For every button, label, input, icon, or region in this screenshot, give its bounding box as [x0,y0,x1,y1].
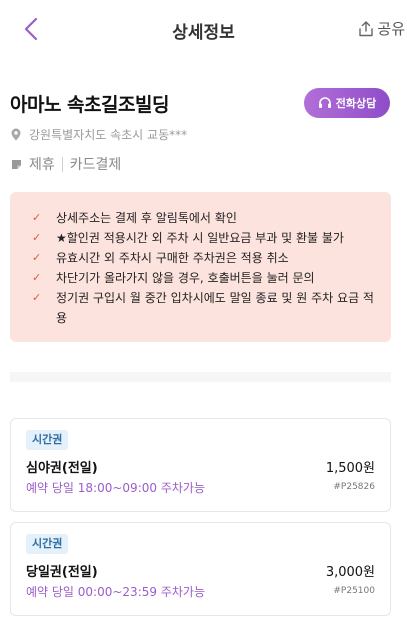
notice-text: 정기권 구입시 월 중간 입차시에도 말일 종료 및 원 주차 요금 적용 [56,291,374,325]
ticket-card[interactable]: 시간권 심야권(전일) 1,500원 예약 당일 18:00~09:00 주차가… [10,418,391,512]
notice-item: ✓ 정기권 구입시 월 중간 입차시에도 말일 종료 및 원 주차 요금 적용 [32,288,377,328]
check-icon: ✓ [32,231,42,244]
share-label: 공유 [377,20,405,38]
share-icon [359,20,374,36]
ticket-available-time: 예약 당일 18:00~09:00 주차가능 [26,481,205,495]
notice-item: ✓ 차단기가 올라가지 않을 경우, 호출버튼을 눌러 문의 [32,268,377,288]
ticket-name: 당일권(전일) [26,565,98,580]
ticket-card[interactable]: 시간권 당일권(전일) 3,000원 예약 당일 00:00~23:59 주차가… [10,522,391,616]
notice-item: ✓ 상세주소는 결제 후 알림톡에서 확인 [32,208,377,228]
check-icon: ✓ [32,251,42,264]
section-divider [10,372,391,382]
share-button[interactable]: 공유 [358,18,405,39]
check-icon: ✓ [32,211,42,224]
notice-text: 차단기가 올라가지 않을 경우, 호출버튼을 눌러 문의 [56,271,315,285]
ticket-type-badge: 시간권 [26,534,69,554]
tag-partnership: 제휴 [29,157,55,173]
ticket-code: #P25100 [333,586,375,596]
phone-consult-label: 전화상담 [335,97,377,110]
ticket-name: 심야권(전일) [26,461,98,476]
phone-consult-button[interactable]: 전화상담 [304,88,390,118]
check-icon: ✓ [32,271,42,284]
address-text: 강원특별자치도 속초시 교동*** [29,128,188,142]
notice-text: ★할인권 적용시간 외 주차 시 일반요금 부과 및 환불 불가 [56,231,344,245]
notice-text: 유효시간 외 주차시 구매한 주차권은 적용 취소 [56,251,289,265]
check-icon: ✓ [32,291,42,304]
page-title: 상세정보 [172,23,235,43]
top-bar: 상세정보 공유 [0,0,407,58]
headset-icon [318,97,331,108]
ticket-type-badge: 시간권 [26,430,69,450]
ticket-price: 3,000원 [325,565,375,580]
address-row: 강원특별자치도 속초시 교동*** [11,126,187,143]
parking-lot-name: 아마노 속초길조빌딩 [10,94,169,116]
tag-divider [61,156,63,172]
tag-card-payment: 카드결제 [69,157,122,173]
notice-item: ✓ ★할인권 적용시간 외 주차 시 일반요금 부과 및 환불 불가 [32,228,377,248]
ticket-price: 1,500원 [325,461,375,476]
feature-tags: 제휴 카드결제 [11,154,121,174]
notice-text: 상세주소는 결제 후 알림톡에서 확인 [56,211,237,225]
ticket-available-time: 예약 당일 00:00~23:59 주차가능 [26,585,205,599]
tag-icon [12,159,21,169]
notice-item: ✓ 유효시간 외 주차시 구매한 주차권은 적용 취소 [32,248,377,268]
notice-box: ✓ 상세주소는 결제 후 알림톡에서 확인 ✓ ★할인권 적용시간 외 주차 시… [10,192,391,342]
ticket-code: #P25826 [333,482,375,492]
location-pin-icon [11,128,21,141]
